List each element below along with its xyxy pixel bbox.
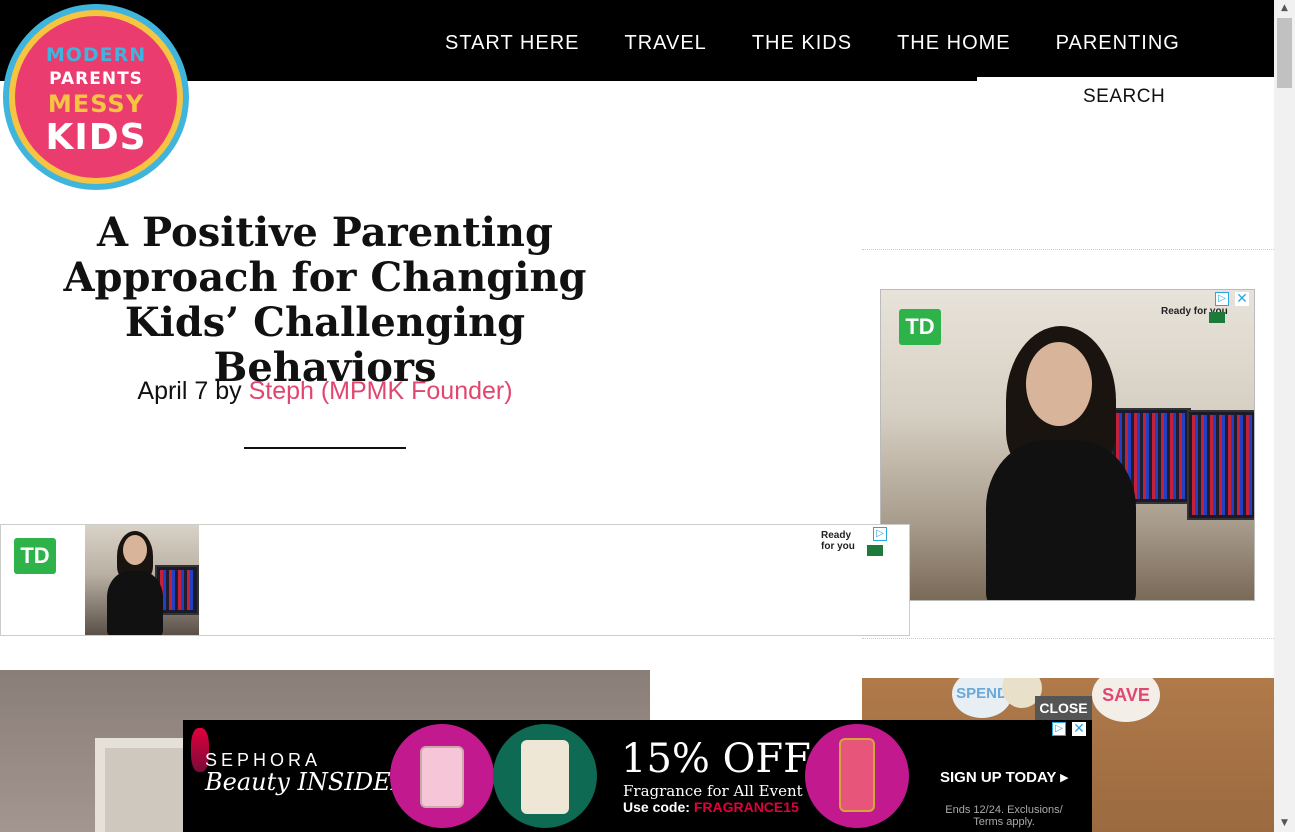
byline-by: by <box>208 377 249 405</box>
nav-parenting[interactable]: PARENTING <box>1056 32 1180 55</box>
top-navigation-bar: START HERE TRAVEL THE KIDS THE HOME PARE… <box>0 0 1274 81</box>
logo-text-modern: MODERN <box>45 44 147 66</box>
nav-start-here[interactable]: START HERE <box>445 32 579 55</box>
ad-close-button[interactable]: CLOSE <box>1035 696 1092 720</box>
product-circle <box>390 724 494 828</box>
promo-code-value: FRAGRANCE15 <box>693 799 799 815</box>
sephora-program: Beauty INSIDER <box>205 768 409 796</box>
ad-ready-mark <box>867 545 883 556</box>
sign-up-button[interactable]: SIGN UP TODAY ▸ <box>940 768 1068 786</box>
sidebar-divider <box>862 638 1274 639</box>
adchoices-icon[interactable]: ▷ <box>1052 722 1066 736</box>
logo-text-messy: MESSY <box>47 90 145 118</box>
adchoices-icon[interactable]: ▷ <box>873 527 887 541</box>
ad-person <box>986 440 1136 600</box>
product-circle <box>493 724 597 828</box>
ad-ready-text: Ready for you <box>821 530 855 552</box>
ad-photo <box>85 525 199 635</box>
main-nav: START HERE TRAVEL THE KIDS THE HOME PARE… <box>445 32 1225 55</box>
scrollbar-thumb[interactable] <box>1277 18 1292 88</box>
jar-label-save: SAVE <box>1092 678 1160 722</box>
logo-text-kids: KIDS <box>45 117 147 158</box>
product-circle <box>805 724 909 828</box>
discount-headline: 15% OFF <box>621 736 811 782</box>
perfume-bottle-icon <box>839 738 875 812</box>
author-link[interactable]: Steph (MPMK Founder) <box>249 377 513 405</box>
site-logo[interactable]: MODERN PARENTS MESSY KIDS <box>3 4 189 190</box>
ad-ready-mark <box>1209 312 1225 323</box>
ad-monitor <box>1187 410 1254 520</box>
scroll-up-arrow-icon[interactable]: ▲ <box>1274 0 1295 17</box>
sephora-bottom-ad[interactable]: SEPHORA Beauty INSIDER 15% OFF Fragrance… <box>183 720 1092 832</box>
scroll-down-arrow-icon[interactable]: ▼ <box>1274 815 1295 832</box>
td-banner-ad[interactable]: TD Ready for you ▷ <box>0 524 910 636</box>
ad-person-face <box>123 535 147 565</box>
vertical-scrollbar[interactable]: ▲ ▼ <box>1274 0 1295 832</box>
promo-code: Use code: FRAGRANCE15 <box>623 799 799 815</box>
article-title: A Positive Parenting Approach for Changi… <box>63 209 587 391</box>
logo-text-parents: PARENTS <box>49 69 143 89</box>
ad-disclaimer: Ends 12/24. Exclusions/ Terms apply. <box>945 804 1063 828</box>
perfume-bottle-icon <box>521 740 569 814</box>
td-logo: TD <box>899 309 941 345</box>
event-name: Fragrance for All Event <box>623 782 803 800</box>
td-sidebar-ad[interactable]: TD Ready for you ▷ ✕ <box>880 289 1255 601</box>
ad-person <box>107 571 163 635</box>
td-logo: TD <box>14 538 56 574</box>
perfume-bottle-icon <box>420 746 464 808</box>
ad-person-face <box>1026 342 1092 426</box>
close-icon[interactable]: ✕ <box>1072 722 1086 736</box>
sidebar-divider <box>862 249 1274 250</box>
nav-the-kids[interactable]: THE KIDS <box>752 32 852 55</box>
close-icon[interactable]: ✕ <box>1235 292 1249 306</box>
title-divider <box>244 447 406 449</box>
article-date: April 7 <box>137 377 209 405</box>
adchoices-icon[interactable]: ▷ <box>1215 292 1229 306</box>
nav-the-home[interactable]: THE HOME <box>897 32 1011 55</box>
page: START HERE TRAVEL THE KIDS THE HOME PARE… <box>0 0 1295 832</box>
promo-code-label: Use code: <box>623 799 694 815</box>
article-byline: April 7 by Steph (MPMK Founder) <box>10 377 640 406</box>
nav-search[interactable]: SEARCH <box>1083 86 1165 108</box>
nav-travel[interactable]: TRAVEL <box>624 32 706 55</box>
